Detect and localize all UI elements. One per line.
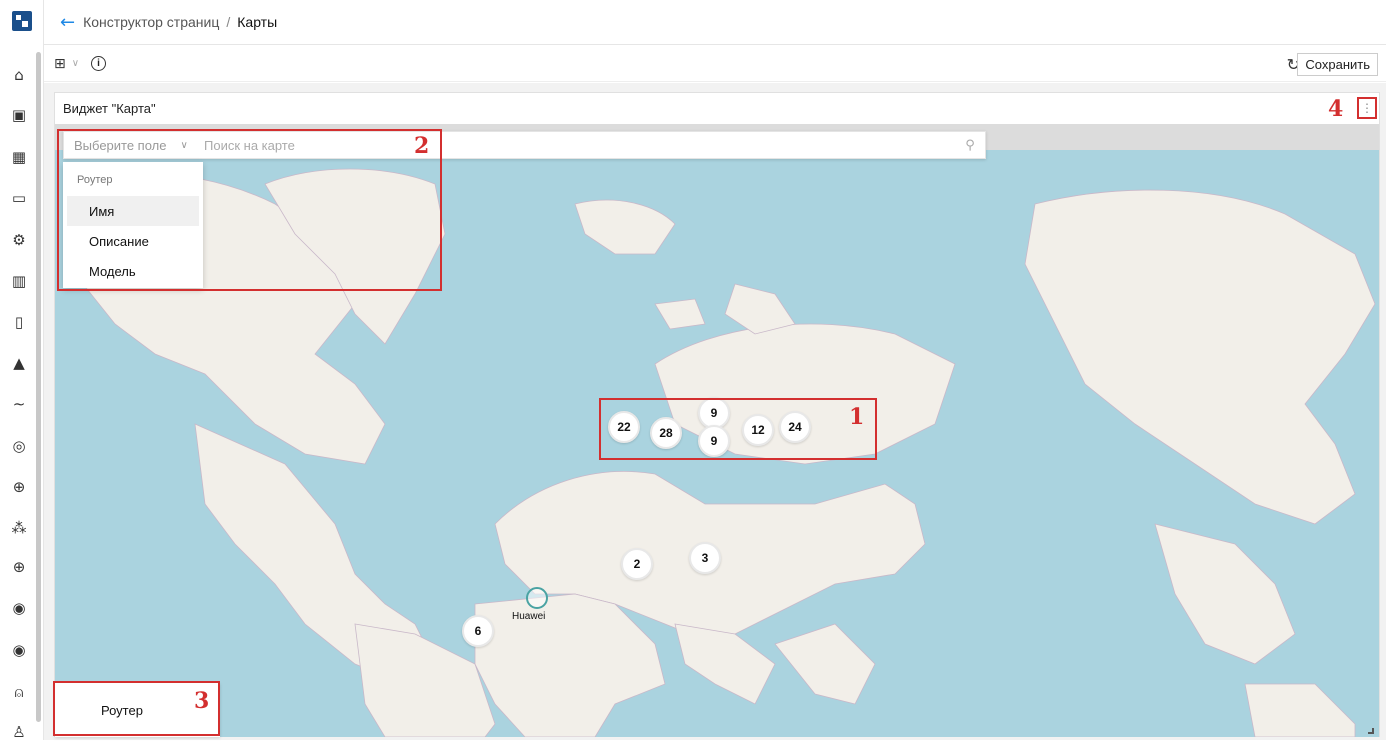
user-icon[interactable]: ♙ [9,722,29,742]
highlight-box-2 [57,129,442,291]
map-cluster[interactable]: 6 [462,615,494,647]
breadcrumb-current: Карты [237,14,277,30]
toolbar: ⊞ ∨ i ↻ Сохранить [44,46,1386,82]
annotation-number: 1 [849,404,864,430]
alarm-icon[interactable]: ⍝ [9,682,29,702]
line-chart-icon[interactable]: ∼ [9,394,29,414]
widget-title: Виджет "Карта" [63,101,156,116]
map-marker-label: Huawei [512,611,545,622]
sidebar-scrollbar[interactable] [36,52,41,722]
highlight-box-1 [599,398,877,460]
back-arrow-icon[interactable]: ← [60,12,75,33]
chevron-down-icon[interactable]: ∨ [72,58,79,69]
document-icon[interactable]: ▯ [9,312,29,332]
sidebar: ⌂ ▣ ▦ ▭ ⚙ ▥ ▯ ▲ ∼ ◎ ⊕ ⁂ ⊕ ◉ ◉ ⍝ ♙ [0,0,44,740]
breadcrumb-separator: / [226,14,230,30]
globe-icon[interactable]: ⊕ [9,557,29,577]
breadcrumb-parent[interactable]: Конструктор страниц [83,14,219,30]
header: ← Конструктор страниц / Карты [44,0,1386,45]
table-icon[interactable]: ▦ [9,147,29,167]
map-cluster[interactable]: 3 [689,542,721,574]
annotation-number: 2 [414,133,429,159]
map-cluster[interactable]: 2 [621,548,653,580]
search-icon[interactable]: ⚲ [955,138,985,153]
gear-icon[interactable]: ⚙ [9,230,29,250]
monitor-icon[interactable]: ▭ [9,188,29,208]
save-button[interactable]: Сохранить [1297,53,1378,76]
globe-icon[interactable]: ⊕ [9,477,29,497]
map-marker[interactable] [526,587,548,609]
bar-chart-icon[interactable]: ▥ [9,271,29,291]
annotation-number: 3 [194,688,209,714]
dashboard-icon[interactable]: ▣ [9,105,29,125]
add-widget-icon[interactable]: ⊞ [54,56,66,72]
info-icon[interactable]: i [91,56,106,71]
eye-icon[interactable]: ◉ [9,598,29,618]
warning-icon[interactable]: ▲ [9,353,29,373]
eye-icon[interactable]: ◉ [9,640,29,660]
resize-handle-icon[interactable] [1368,728,1374,734]
home-icon[interactable]: ⌂ [9,65,29,85]
logo[interactable] [12,11,32,31]
widget-menu-icon[interactable]: ⋮ [1357,97,1377,119]
annotation-number: 4 [1328,96,1343,122]
device-icon[interactable]: ◎ [9,436,29,456]
topology-icon[interactable]: ⁂ [9,518,29,538]
